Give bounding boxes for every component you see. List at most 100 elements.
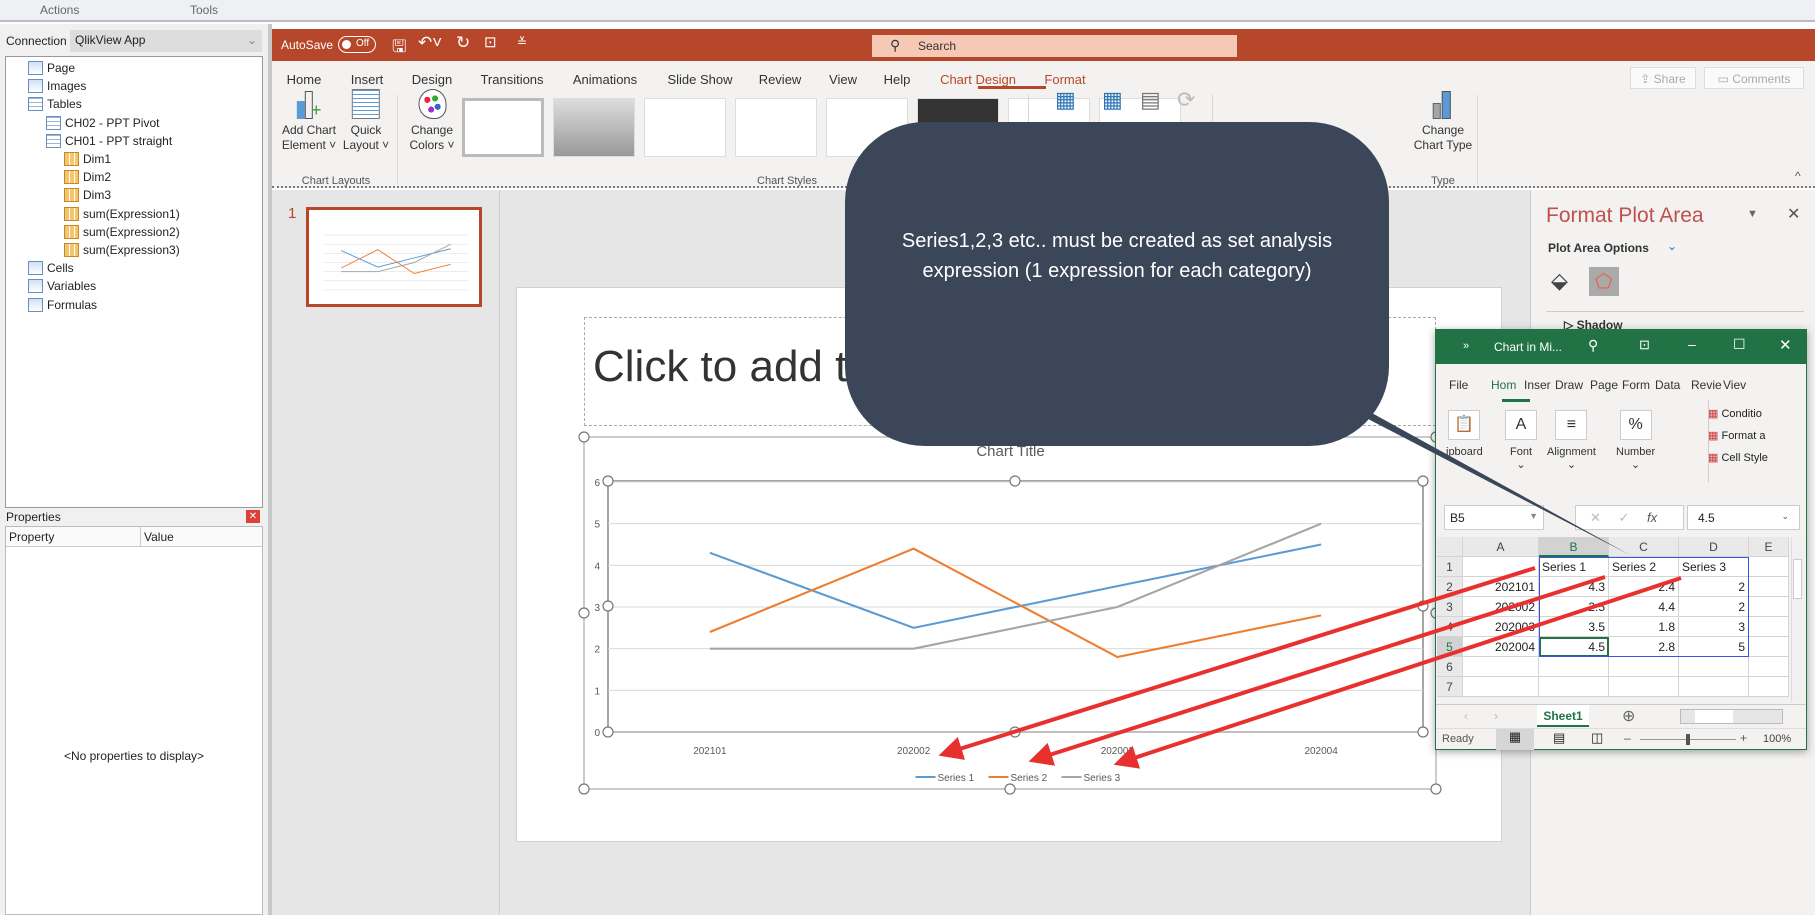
cell[interactable]: Series 1 [1539,557,1609,577]
spreadsheet-grid[interactable]: A B C D E 1 Series 1 Series 2 Series 3 2 202101 4.3… [1437,537,1789,702]
effects-tab[interactable]: ⬠ [1589,267,1619,296]
resize-handle[interactable] [578,783,590,795]
resize-handle[interactable] [1417,600,1429,612]
cell[interactable] [1679,677,1749,697]
cell[interactable]: 202002 [1463,597,1539,617]
excel-style-button[interactable]: ▦ Format a [1708,429,1796,442]
tree-item[interactable]: Dim3 [64,188,111,203]
tab-view[interactable]: View [829,72,857,87]
sheet-nav-right[interactable]: › [1494,709,1498,723]
excel-tab[interactable]: Revie [1691,378,1722,392]
horizontal-scrollbar[interactable] [1680,709,1783,724]
undo-icon[interactable]: ↶˅ [418,33,442,53]
excel-tab[interactable]: Inser [1524,378,1551,392]
line-chart[interactable]: 0123456202101 202002 202003 202004Chart Tit… [517,288,1503,843]
add-sheet-icon[interactable]: ⊕ [1622,706,1635,726]
tree-item[interactable]: sum(Expression2) [64,224,180,239]
cell[interactable] [1749,597,1789,617]
cell[interactable] [1463,677,1539,697]
chart-style-option[interactable] [735,98,817,157]
cell[interactable]: 5 [1679,637,1749,657]
tree-item[interactable]: Tables [28,97,82,112]
cell[interactable]: 2.8 [1609,637,1679,657]
cell[interactable] [1749,617,1789,637]
zoom-out-icon[interactable]: – [1624,731,1631,745]
slide-thumbnail[interactable] [306,207,482,307]
cell[interactable] [1749,677,1789,697]
pane-options-icon[interactable]: ▼ [1747,208,1758,220]
vertical-scrollbar[interactable] [1791,537,1803,702]
row-header[interactable]: 6 [1437,657,1463,677]
cell[interactable] [1463,557,1539,577]
tree-item[interactable]: Formulas [28,297,97,312]
excel-group-2[interactable]: ≡ Alignment ⌄ [1547,410,1596,471]
column-header[interactable]: B [1539,537,1609,557]
legend-entry[interactable]: Series 2 [1011,773,1048,784]
excel-tab[interactable]: Hom [1491,378,1516,392]
row-header[interactable]: 7 [1437,677,1463,697]
cell[interactable]: 202004 [1463,637,1539,657]
cell[interactable]: 1.8 [1609,617,1679,637]
quick-layout-button[interactable]: Quick Layout ˅ [343,89,389,153]
comments-button[interactable]: ▭ Comments [1704,67,1804,89]
cell[interactable]: 4.3 [1539,577,1609,597]
plot-area-options-dropdown[interactable]: Plot Area Options [1548,241,1649,255]
chart-style-option[interactable] [917,98,999,157]
page-break-icon[interactable]: ◫ [1591,730,1603,746]
cell[interactable] [1609,677,1679,697]
share-button[interactable]: ⇪ Share [1630,67,1696,89]
search-icon[interactable]: ⚲ [1588,337,1598,354]
tab-design[interactable]: Design [412,72,452,87]
resize-handle[interactable] [1009,475,1021,487]
excel-tab[interactable]: Viev [1723,378,1746,392]
cell[interactable]: 4.5 [1539,637,1609,657]
tree-item[interactable]: Images [28,79,86,94]
excel-tab[interactable]: File [1449,378,1468,392]
cell[interactable]: Series 3 [1679,557,1749,577]
series-line-1[interactable] [709,543,1322,629]
column-header[interactable]: A [1463,537,1539,557]
tab-chart-design[interactable]: Chart Design [940,72,1016,87]
cell[interactable] [1749,577,1789,597]
resize-handle[interactable] [578,607,590,619]
excel-group-1[interactable]: A Font ⌄ [1505,410,1537,471]
cell[interactable]: 2 [1679,577,1749,597]
tree-item[interactable]: sum(Expression3) [64,243,180,257]
cell[interactable] [1749,657,1789,677]
chart-area-frame[interactable] [583,436,1437,790]
row-header[interactable]: 3 [1437,597,1463,617]
select-data-icon[interactable]: ▦ [1102,87,1123,113]
excel-group-0[interactable]: 📋 ipboard ⌄ [1446,410,1483,471]
chart-style-option[interactable] [644,98,726,157]
resize-handle[interactable] [602,475,614,487]
save-icon[interactable]: 🖫 [392,34,406,63]
cell[interactable] [1679,657,1749,677]
connection-select[interactable]: QlikView App ⌄ [70,30,262,52]
zoom-slider[interactable] [1640,734,1736,745]
expand-icon[interactable]: » [1463,340,1469,352]
cell[interactable]: 202101 [1463,577,1539,597]
page-layout-icon[interactable]: ▤ [1553,730,1565,746]
cell[interactable]: Series 2 [1609,557,1679,577]
tree-item[interactable]: Dim2 [64,170,111,185]
tab-animations[interactable]: Animations [573,72,637,87]
collapse-ribbon-icon[interactable]: ^ [1795,169,1801,183]
cell[interactable] [1749,557,1789,577]
minimize-icon[interactable]: – [1688,336,1696,352]
column-header[interactable]: E [1749,537,1789,557]
tab-transitions[interactable]: Transitions [480,72,543,87]
legend-entry[interactable]: Series 1 [938,773,975,784]
resize-handle[interactable] [1004,783,1016,795]
sheet-tab[interactable]: Sheet1 [1537,705,1589,727]
tab-actions[interactable]: Actions [40,3,79,17]
resize-handle[interactable] [1009,726,1021,738]
resize-handle[interactable] [1004,431,1016,443]
cell[interactable] [1749,637,1789,657]
switch-row-column-icon[interactable]: ▦ [1055,87,1076,113]
series-line-1[interactable] [341,248,451,268]
cell[interactable]: 2.5 [1539,597,1609,617]
tab-format[interactable]: Format [1044,72,1085,87]
excel-tab[interactable]: Data [1655,378,1680,392]
row-header[interactable]: 2 [1437,577,1463,597]
ribbon-display-icon[interactable]: ⊡ [1639,337,1650,353]
